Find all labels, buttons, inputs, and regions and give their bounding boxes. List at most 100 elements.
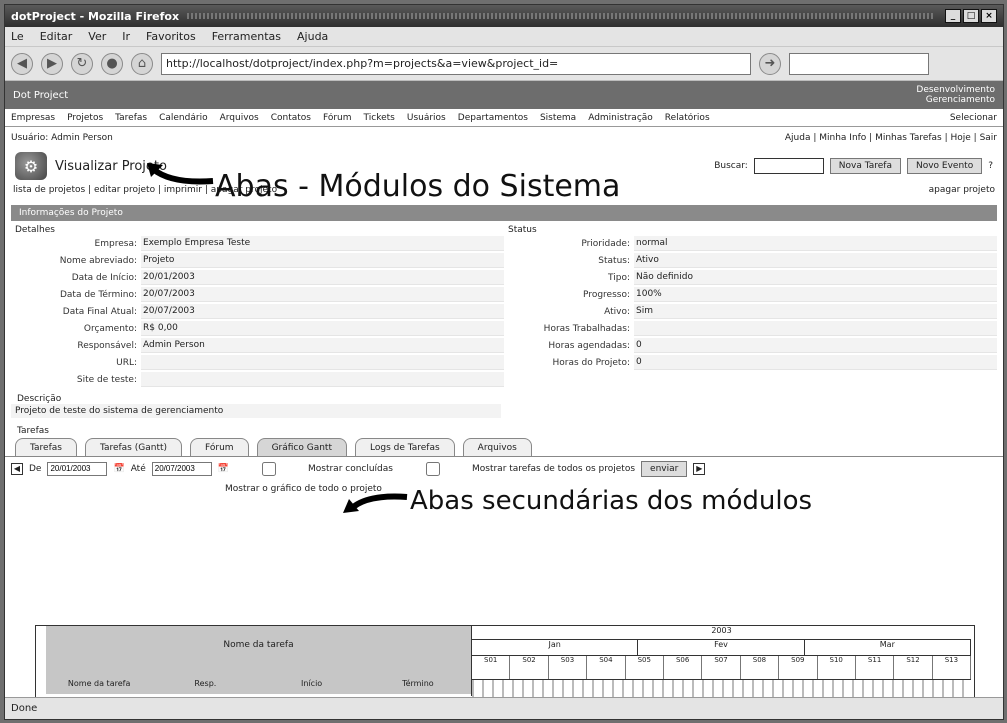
gantt-week: S10: [818, 656, 856, 679]
detail-value: 20/01/2003: [141, 270, 504, 285]
gantt-filter-bar: ◀ De 📅 Até 📅 Mostrar concluídas Mostrar …: [5, 456, 1003, 480]
gantt-month: Jan: [472, 640, 639, 655]
module-tab[interactable]: Projetos: [67, 113, 103, 123]
reload-icon[interactable]: ↻: [71, 52, 93, 75]
subtab[interactable]: Arquivos: [462, 438, 532, 456]
detail-label: Data de Início:: [71, 272, 137, 283]
module-tab[interactable]: Arquivos: [220, 113, 259, 123]
menu-go[interactable]: Ir: [122, 30, 130, 43]
annotation-subtabs: Abas secundárias dos módulos: [410, 486, 813, 516]
module-tab[interactable]: Relatórios: [665, 113, 710, 123]
navigation-bar: ◀ ▶ ↻ ● ⌂ http://localhost/dotproject/in…: [5, 47, 1003, 81]
status-label: Progresso:: [583, 289, 630, 300]
subtab[interactable]: Fórum: [190, 438, 249, 456]
status-row: Horas agendadas: 0: [504, 337, 997, 354]
back-icon[interactable]: ◀: [11, 52, 33, 75]
status-label: Prioridade:: [581, 238, 630, 249]
status-value: 0: [634, 338, 997, 353]
from-date-input[interactable]: [47, 461, 108, 476]
module-tab[interactable]: Calendário: [159, 113, 207, 123]
maximize-button[interactable]: □: [963, 9, 979, 23]
menu-help[interactable]: Ajuda: [297, 30, 328, 43]
subtab[interactable]: Logs de Tarefas: [355, 438, 455, 456]
show-all-checkbox[interactable]: [402, 461, 463, 476]
status-value: 0: [634, 355, 997, 370]
forward-icon[interactable]: ▶: [41, 52, 63, 75]
submit-button[interactable]: enviar: [641, 460, 688, 477]
module-select[interactable]: Selecionar: [950, 113, 997, 123]
gantt-col: Término: [402, 678, 434, 688]
menu-bookmarks[interactable]: Favoritos: [146, 30, 196, 43]
gantt-head: Nome da tarefa: [46, 626, 471, 672]
annotation-modules: Abas - Módulos do Sistema: [215, 169, 621, 204]
gantt-columns: Nome da tarefa Resp. Início Término: [46, 672, 471, 694]
detail-value: Exemplo Empresa Teste: [141, 236, 504, 251]
gantt-col: Nome da tarefa: [67, 678, 131, 688]
prev-period-button[interactable]: ◀: [11, 462, 23, 475]
show-done-checkbox[interactable]: [238, 461, 299, 476]
module-tab[interactable]: Contatos: [271, 113, 311, 123]
module-tab[interactable]: Usuários: [407, 113, 446, 123]
new-task-button[interactable]: Nova Tarefa: [829, 158, 901, 174]
new-event-button[interactable]: Novo Evento: [906, 158, 983, 174]
from-label: De: [29, 463, 42, 474]
menu-file[interactable]: Le: [11, 30, 24, 43]
search-input[interactable]: [753, 158, 824, 174]
gantt-week: S11: [856, 656, 895, 679]
subtab[interactable]: Tarefas (Gantt): [84, 438, 183, 456]
calendar-icon[interactable]: 📅: [113, 464, 124, 474]
close-button[interactable]: ×: [981, 9, 997, 23]
status-value: normal: [634, 236, 997, 251]
stop-icon[interactable]: ●: [101, 52, 123, 75]
gantt-week: S13: [933, 656, 972, 679]
module-tab[interactable]: Tickets: [364, 113, 395, 123]
next-period-button[interactable]: ▶: [693, 462, 706, 475]
project-icon: ⚙: [15, 152, 47, 180]
help-icon[interactable]: ?: [988, 161, 993, 171]
annotation-arrow-icon: [147, 163, 214, 185]
gantt-week: S12: [894, 656, 933, 679]
user-links[interactable]: Ajuda | Minha Info | Minhas Tarefas | Ho…: [785, 133, 997, 149]
delete-project-link[interactable]: apagar projeto: [929, 185, 995, 201]
gantt-year: 2003: [472, 626, 971, 640]
minimize-button[interactable]: _: [945, 9, 961, 23]
detail-label: Orçamento:: [83, 323, 137, 334]
menu-edit[interactable]: Editar: [40, 30, 73, 43]
go-icon[interactable]: ➜: [759, 52, 781, 75]
module-tab[interactable]: Tarefas: [115, 113, 147, 123]
subtab[interactable]: Tarefas: [15, 438, 77, 456]
menu-tools[interactable]: Ferramentas: [212, 30, 281, 43]
detail-row: Data Final Atual: 20/07/2003: [11, 303, 504, 320]
title-grip: [187, 13, 935, 19]
subtab-active[interactable]: Gráfico Gantt: [256, 438, 347, 456]
gantt-weeks: S01 S02 S03 S04 S05 S06 S07 S08 S09 S10 …: [472, 656, 972, 680]
detail-row: Nome abreviado: Projeto: [11, 252, 504, 269]
gantt-week: S06: [664, 656, 703, 679]
status-row: Tipo: Não definido: [504, 269, 997, 286]
app-header-right-line2: Gerenciamento: [925, 95, 995, 105]
calendar-icon[interactable]: 📅: [218, 464, 229, 474]
gantt-week: S05: [626, 656, 664, 679]
module-tab[interactable]: Fórum: [323, 113, 352, 123]
to-date-input[interactable]: [151, 461, 212, 476]
window-title: dotProject - Mozilla Firefox: [11, 9, 180, 23]
module-tab[interactable]: Departamentos: [458, 113, 528, 123]
module-tab[interactable]: Sistema: [540, 113, 576, 123]
home-icon[interactable]: ⌂: [131, 52, 153, 75]
gantt-week: S03: [549, 656, 588, 679]
detail-row: Site de teste:: [11, 371, 504, 388]
gantt-week: S09: [779, 656, 818, 679]
gantt-month: Fev: [638, 640, 805, 655]
detail-value: 20/07/2003: [141, 287, 504, 302]
status-row: Horas do Projeto: 0: [504, 354, 997, 371]
url-bar[interactable]: http://localhost/dotproject/index.php?m=…: [161, 52, 751, 75]
detail-label: Nome abreviado:: [59, 255, 137, 266]
search-box[interactable]: [789, 52, 929, 75]
description-label: Descrição: [17, 394, 62, 404]
app-header-right: Desenvolvimento Gerenciamento: [916, 85, 995, 105]
detail-value: R$ 0,00: [141, 321, 504, 336]
menu-view[interactable]: Ver: [88, 30, 106, 43]
module-tab[interactable]: Administração: [588, 113, 653, 123]
module-tab[interactable]: Empresas: [11, 113, 55, 123]
details-right: Status Prioridade: normal Status: Ativo Ti…: [504, 221, 997, 392]
